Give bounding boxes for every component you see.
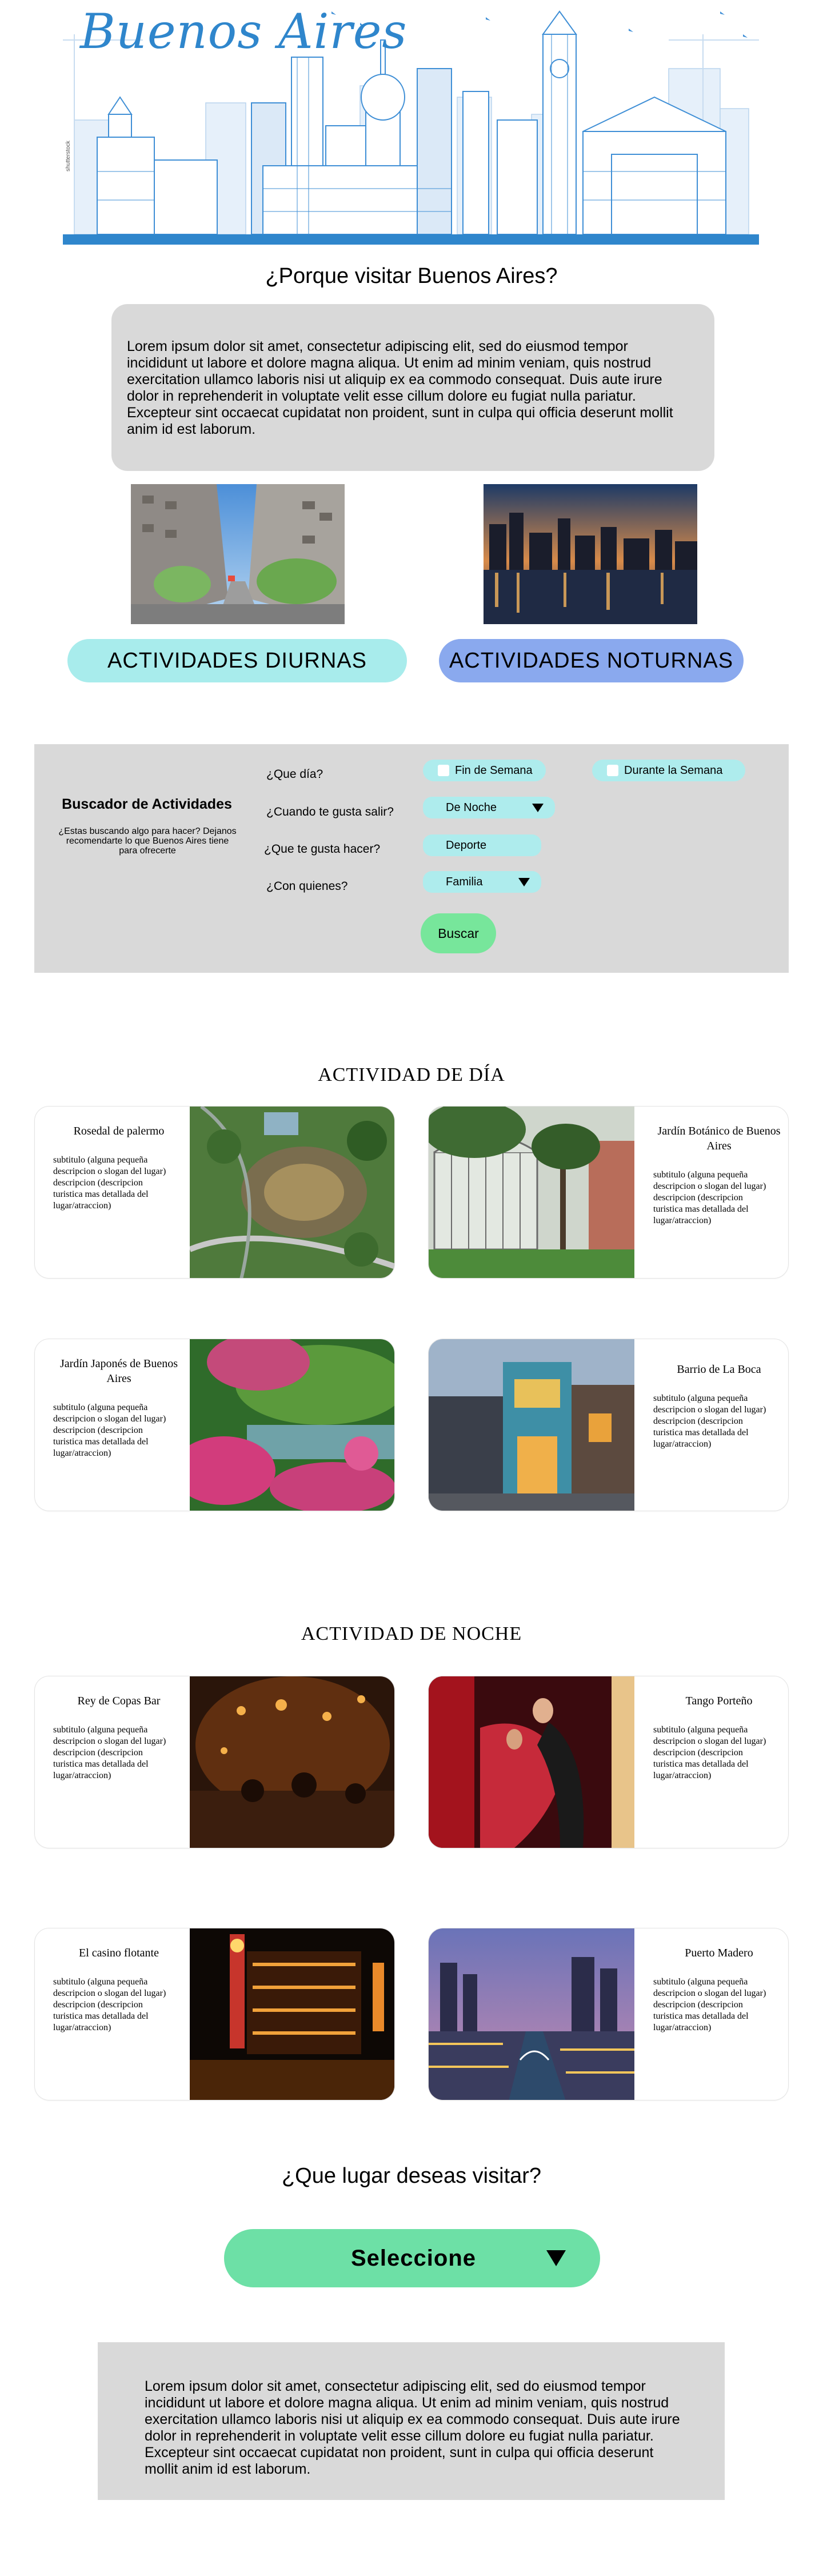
intro-text: Lorem ipsum dolor sit amet, consectetur … [127, 338, 673, 437]
card-description: subtitulo (alguna pequeña descripcion o … [53, 1977, 166, 2032]
card-description: subtitulo (alguna pequeña descripcion o … [653, 1170, 766, 1225]
intro-text-box: Lorem ipsum dolor sit amet, consectetur … [111, 304, 714, 471]
finder-description: ¿Estas buscando algo para hacer? Dejanos… [58, 826, 237, 856]
card-title: Puerto Madero [685, 1947, 753, 1959]
activity-card[interactable]: Rosedal de palermo subtitulo (alguna peq… [34, 1106, 395, 1279]
chevron-down-icon [546, 2250, 566, 2266]
weekday-checkbox[interactable] [607, 765, 618, 776]
card-description: subtitulo (alguna pequeña descripcion o … [53, 1403, 166, 1458]
finder-title: Buscador de Actividades [62, 796, 232, 812]
what-select[interactable]: Deporte [423, 834, 541, 856]
label-when-go-out: ¿Cuando te gusta salir? [266, 805, 394, 818]
banner-watermark: shutterstock [65, 141, 71, 171]
activity-card[interactable]: Rey de Copas Bar subtitulo (alguna peque… [34, 1676, 395, 1848]
weekend-checkbox[interactable] [438, 765, 449, 776]
city-street-photo [131, 484, 345, 624]
night-activities-button[interactable]: ACTIVIDADES NOTURNAS [439, 639, 744, 682]
label-what-to-do: ¿Que te gusta hacer? [264, 842, 381, 856]
activity-card[interactable]: Tango Porteño subtitulo (alguna pequeña … [428, 1676, 789, 1848]
weekday-option[interactable]: Durante la Semana [592, 760, 745, 781]
day-activities-button[interactable]: ACTIVIDADES DIURNAS [67, 639, 407, 682]
chevron-down-icon [532, 803, 544, 812]
search-button[interactable]: Buscar [421, 913, 496, 953]
footer-text-box: Lorem ipsum dolor sit amet, consectetur … [98, 2342, 725, 2500]
activity-card[interactable]: Barrio de La Boca subtitulo (alguna pequ… [428, 1339, 789, 1511]
visit-heading: ¿Que lugar deseas visitar? [281, 2164, 542, 2188]
card-title: Jardín Botánico de Buenos Aires [657, 1125, 781, 1152]
card-description: subtitulo (alguna pequeña descripcion o … [53, 1155, 166, 1211]
night-skyline-photo [484, 484, 697, 624]
when-select[interactable]: De Noche [423, 797, 555, 818]
rose-garden-photo [190, 1107, 394, 1278]
label-which-day: ¿Que día? [266, 768, 323, 781]
card-title: Barrio de La Boca [677, 1363, 761, 1376]
card-description: subtitulo (alguna pequeña descripcion o … [53, 1725, 166, 1780]
card-title: Rey de Copas Bar [77, 1695, 161, 1707]
who-select[interactable]: Familia [423, 871, 541, 893]
place-select-value: Seleccione [351, 2245, 477, 2271]
card-description: subtitulo (alguna pequeña descripcion o … [653, 1393, 766, 1449]
banner-title: Buenos Aires [80, 3, 407, 59]
who-select-value: Familia [446, 875, 483, 888]
activity-card[interactable]: Jardín Japonés de Buenos Aires subtitulo… [34, 1339, 395, 1511]
city-skyline-banner: Buenos Aires shutterstock [63, 0, 759, 245]
card-title: El casino flotante [79, 1947, 159, 1959]
card-description: subtitulo (alguna pequeña descripcion o … [653, 1977, 766, 2032]
card-description: subtitulo (alguna pequeña descripcion o … [653, 1725, 766, 1780]
what-select-value: Deporte [446, 838, 487, 852]
chevron-down-icon [518, 877, 530, 886]
weekend-label: Fin de Semana [455, 764, 533, 777]
bar-interior-photo [190, 1676, 394, 1848]
weekday-label: Durante la Semana [624, 764, 723, 777]
tango-dancers-photo [429, 1676, 634, 1848]
card-title: Jardín Japonés de Buenos Aires [59, 1357, 178, 1385]
activity-card[interactable]: Jardín Botánico de Buenos Aires subtitul… [428, 1106, 789, 1279]
japanese-garden-photo [190, 1339, 394, 1511]
floating-casino-photo [190, 1928, 394, 2100]
place-select[interactable]: Seleccione [224, 2229, 600, 2287]
weekend-option[interactable]: Fin de Semana [423, 760, 546, 781]
la-boca-photo [429, 1339, 634, 1511]
night-section-heading: ACTIVIDAD DE NOCHE [301, 1623, 522, 1644]
activity-finder-panel: Buscador de Actividades ¿Estas buscando … [34, 744, 789, 973]
card-title: Tango Porteño [685, 1695, 753, 1707]
botanical-garden-photo [429, 1107, 634, 1278]
footer-text: Lorem ipsum dolor sit amet, consectetur … [145, 2378, 680, 2477]
label-with-whom: ¿Con quienes? [266, 880, 348, 893]
puerto-madero-photo [429, 1928, 634, 2100]
day-section-heading: ACTIVIDAD DE DÍA [318, 1064, 505, 1085]
activity-card[interactable]: El casino flotante subtitulo (alguna peq… [34, 1928, 395, 2100]
when-select-value: De Noche [446, 801, 497, 814]
why-heading: ¿Porque visitar Buenos Aires? [265, 264, 558, 288]
card-title: Rosedal de palermo [73, 1125, 165, 1137]
activity-card[interactable]: Puerto Madero subtitulo (alguna pequeña … [428, 1928, 789, 2100]
